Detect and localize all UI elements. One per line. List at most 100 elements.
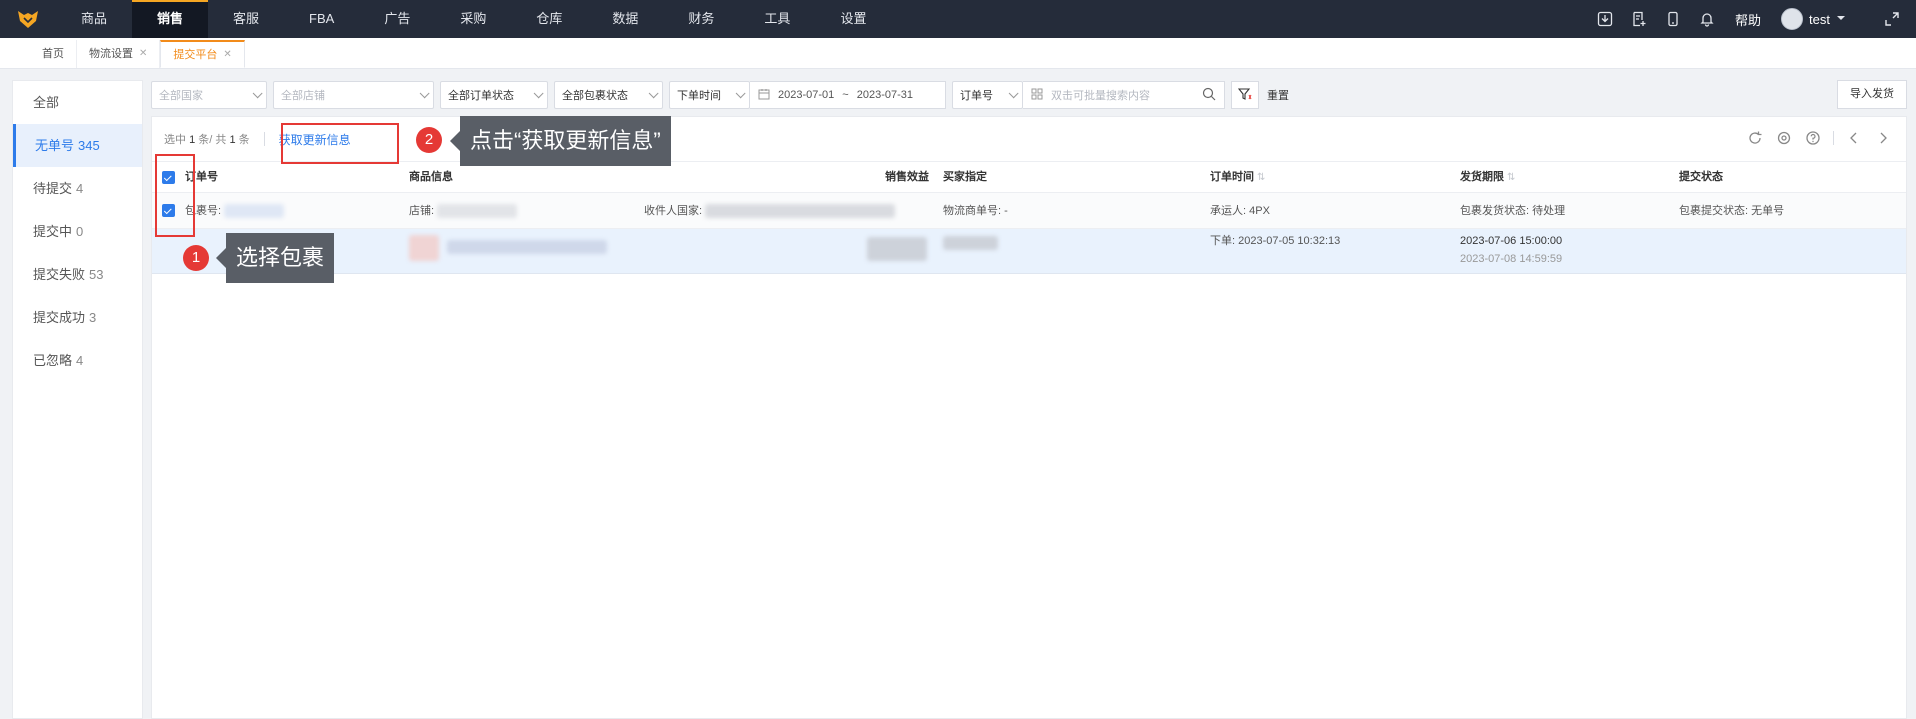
nav-item-purchase[interactable]: 采购	[435, 0, 511, 38]
nav-item-ads[interactable]: 广告	[359, 0, 435, 38]
status-item-ignored[interactable]: 已忽略 4	[13, 339, 142, 382]
chevron-right-icon[interactable]	[1874, 129, 1892, 147]
status-label: 无单号	[35, 138, 75, 153]
package-no: 包裹号:	[185, 193, 285, 229]
nav-item-warehouse[interactable]: 仓库	[511, 0, 587, 38]
refresh-icon[interactable]	[1746, 129, 1764, 147]
add-document-icon[interactable]	[1629, 9, 1649, 29]
deadline-value: 2023-07-06 15:00:00	[1460, 235, 1563, 247]
package-ship-status: 包裹发货状态: 待处理	[1460, 205, 1566, 217]
redacted-value	[447, 240, 607, 255]
store-info: 店铺:	[409, 193, 518, 229]
divider	[263, 132, 265, 146]
store-label: 店铺:	[409, 205, 435, 217]
status-count: 4	[76, 353, 84, 368]
import-shipping-button[interactable]: 导入发货	[1837, 80, 1907, 109]
status-item-all[interactable]: 全部	[13, 81, 142, 124]
order-status-select[interactable]: 全部订单状态	[440, 81, 548, 109]
close-icon[interactable]: ✕	[223, 41, 231, 69]
selected-label: 选中	[164, 134, 186, 146]
close-icon[interactable]: ✕	[139, 40, 147, 68]
step-badge: 1	[183, 245, 209, 271]
batch-search-icon[interactable]	[1031, 88, 1043, 103]
chevron-left-icon[interactable]	[1845, 129, 1863, 147]
status-count: 3	[89, 310, 97, 325]
chevron-down-icon	[735, 87, 746, 98]
divider	[1833, 131, 1834, 145]
nav-item-sales[interactable]: 销售	[132, 0, 209, 38]
step-badge: 2	[416, 127, 442, 153]
nav-item-data[interactable]: 数据	[587, 0, 663, 38]
redacted-value	[705, 204, 896, 219]
table-row[interactable]: 下单: 2023-07-05 10:32:13 2023-07-06 15:00…	[152, 229, 1906, 274]
nav-item-products[interactable]: 商品	[56, 0, 132, 38]
date-range-picker[interactable]: 2023-07-01 ~ 2023-07-31	[750, 81, 946, 109]
search-input[interactable]: 双击可批量搜索内容	[1023, 81, 1225, 109]
tracking-no: 物流商单号: -	[943, 205, 1008, 217]
status-sidebar: 全部 无单号 345 待提交 4 提交中 0 提交失败 53 提交成功 3 已忽略 4	[12, 80, 143, 719]
buyer-specified-value	[943, 233, 998, 253]
chevron-down-icon	[648, 87, 659, 98]
nav-item-finance[interactable]: 财务	[663, 0, 739, 38]
deadline-secondary-value: 2023-07-08 14:59:59	[1460, 253, 1563, 265]
sort-icon[interactable]: ⇅	[1507, 172, 1515, 183]
reset-button[interactable]: 重置	[1267, 87, 1289, 103]
filter-bar: 全部国家 全部店铺 全部订单状态 全部包裹状态 下单时间 2023-07-01 …	[151, 80, 1907, 110]
app-logo-icon[interactable]	[0, 0, 56, 38]
search-icon[interactable]	[1202, 87, 1216, 104]
page-tab-bar: 首页 物流设置 ✕ 提交平台 ✕	[0, 38, 1916, 69]
help-icon[interactable]	[1804, 129, 1822, 147]
search-type-select[interactable]: 订单号	[952, 81, 1023, 109]
nav-item-customer-service[interactable]: 客服	[208, 0, 284, 38]
col-label: 发货期限	[1460, 171, 1504, 183]
status-label: 提交失败	[33, 267, 86, 282]
user-menu[interactable]: test	[1781, 8, 1846, 30]
sort-icon[interactable]: ⇅	[1257, 172, 1265, 183]
col-ship-deadline[interactable]: 发货期限 ⇅	[1460, 162, 1515, 193]
status-item-submitting[interactable]: 提交中 0	[13, 210, 142, 253]
table-header: 订单号 商品信息 销售效益 买家指定 订单时间 ⇅ 发货期限 ⇅ 提交状态	[152, 161, 1906, 193]
chevron-down-icon	[252, 87, 263, 98]
search-type-value: 订单号	[960, 90, 993, 102]
highlight-box-checkbox	[155, 154, 195, 237]
page-tab-home[interactable]: 首页	[30, 40, 77, 68]
status-item-submit-success[interactable]: 提交成功 3	[13, 296, 142, 339]
col-product-info: 商品信息	[409, 171, 453, 183]
help-link[interactable]: 帮助	[1735, 10, 1761, 29]
page-tab-logistics-settings[interactable]: 物流设置 ✕	[77, 40, 161, 68]
fullscreen-icon[interactable]	[1882, 9, 1902, 29]
status-count: 4	[76, 181, 84, 196]
bell-icon[interactable]	[1697, 9, 1717, 29]
country-select[interactable]: 全部国家	[151, 81, 267, 109]
table-row[interactable]: 包裹号: 店铺: 收件人国家: 物流商单号: - 承运人: 4PX 包裹发货状态…	[152, 193, 1906, 229]
date-separator: ~	[842, 89, 849, 101]
time-type-select[interactable]: 下单时间	[669, 81, 750, 109]
selection-summary: 选中 1 条/ 共 1 条	[164, 131, 250, 147]
settings-icon[interactable]	[1775, 129, 1793, 147]
highlight-box-fetch-link	[281, 123, 399, 164]
nav-item-tools[interactable]: 工具	[739, 0, 815, 38]
status-count: 0	[76, 224, 84, 239]
status-item-submit-failed[interactable]: 提交失败 53	[13, 253, 142, 296]
status-label: 提交中	[33, 224, 73, 239]
date-end: 2023-07-31	[856, 89, 913, 101]
main-menu: 商品 销售 客服 FBA 广告 采购 仓库 数据 财务 工具 设置	[56, 0, 891, 38]
country-select-value: 全部国家	[159, 90, 203, 102]
nav-item-fba[interactable]: FBA	[284, 0, 359, 38]
mobile-icon[interactable]	[1663, 9, 1683, 29]
store-select[interactable]: 全部店铺	[273, 81, 434, 109]
sales-profit-value	[867, 237, 927, 261]
download-icon[interactable]	[1595, 9, 1615, 29]
package-status-select[interactable]: 全部包裹状态	[554, 81, 663, 109]
status-item-pending-submit[interactable]: 待提交 4	[13, 167, 142, 210]
date-start: 2023-07-01	[778, 89, 835, 101]
caret-down-icon	[1836, 12, 1846, 26]
col-order-time[interactable]: 订单时间 ⇅	[1210, 162, 1265, 193]
page-tab-submit-platform[interactable]: 提交平台 ✕	[160, 40, 245, 69]
chevron-down-icon	[1008, 87, 1019, 98]
status-count: 345	[78, 138, 100, 153]
advanced-filter-button[interactable]	[1231, 81, 1259, 109]
status-item-no-tracking[interactable]: 无单号 345	[13, 124, 142, 167]
col-submit-status: 提交状态	[1679, 171, 1723, 183]
nav-item-settings[interactable]: 设置	[815, 0, 891, 38]
